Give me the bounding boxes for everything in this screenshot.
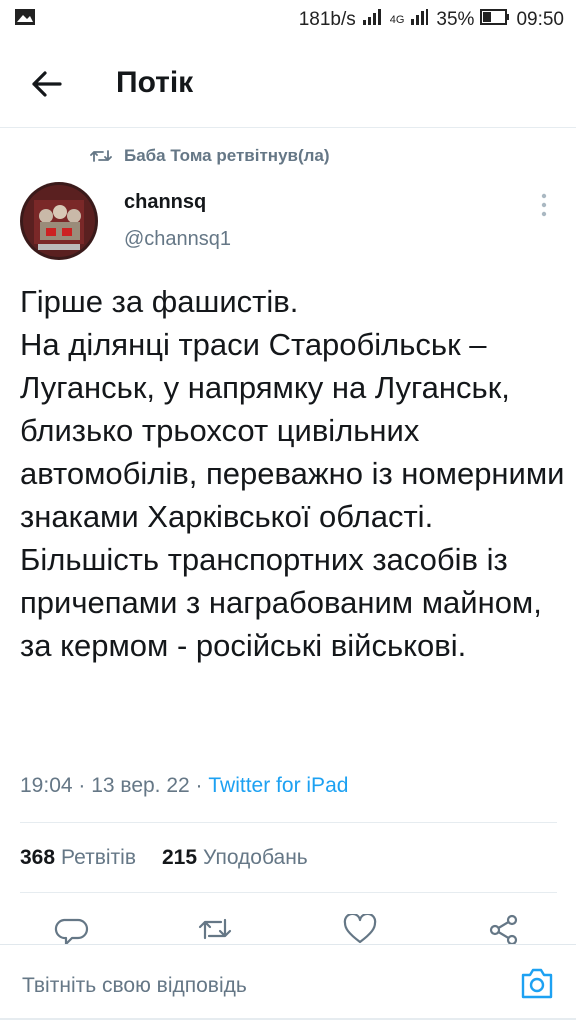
reply-bar (0, 944, 576, 1024)
author-name[interactable]: channsq (124, 191, 206, 214)
tweet-source-link[interactable]: Twitter for iPad (208, 774, 348, 797)
retweet-context[interactable]: Баба Тома ретвітнув(ла) (90, 146, 330, 166)
retweet-context-label: Баба Тома ретвітнув(ла) (124, 146, 330, 165)
tweet-stats: 368 Ретвітів 215 Уподобань (20, 846, 308, 870)
status-bar: 181b/s 4G 35% 09:50 (0, 0, 576, 40)
tweet-meta: 19:04 · 13 вер. 22 · Twitter for iPad (20, 774, 348, 798)
divider (0, 1018, 576, 1020)
retweet-icon (90, 150, 112, 162)
retweets-label[interactable]: Ретвітів (61, 846, 136, 870)
signal-4g-icon (410, 8, 430, 32)
reply-input[interactable] (22, 971, 492, 1001)
battery-icon (480, 8, 510, 32)
network-speed: 181b/s (298, 9, 356, 30)
top-bar: Потік (0, 40, 576, 128)
reply-icon (54, 918, 89, 946)
camera-button[interactable] (519, 965, 555, 1001)
retweet-button[interactable] (197, 914, 233, 944)
reply-button[interactable] (54, 914, 90, 946)
signal-icon (362, 8, 384, 32)
tweet-actions (0, 912, 576, 946)
more-options-button[interactable] (534, 192, 554, 218)
like-button[interactable] (342, 912, 378, 944)
network-type: 4G (389, 14, 405, 26)
more-vertical-icon (541, 193, 547, 217)
status-left (14, 8, 36, 32)
camera-icon (521, 968, 553, 999)
tweet-timestamp: 19:04 · 13 вер. 22 · (20, 774, 209, 797)
divider (20, 892, 557, 893)
retweets-count[interactable]: 368 (20, 846, 55, 870)
arrow-left-icon (32, 71, 62, 97)
status-right: 181b/s 4G 35% 09:50 (299, 8, 564, 32)
like-icon (343, 912, 377, 944)
divider (20, 822, 557, 823)
avatar-image (20, 182, 98, 260)
likes-label[interactable]: Уподобань (203, 846, 308, 870)
share-icon (489, 914, 518, 946)
likes-count[interactable]: 215 (162, 846, 197, 870)
battery-percent: 35% (436, 9, 475, 30)
image-icon (14, 8, 36, 32)
retweet-icon (198, 918, 232, 940)
avatar[interactable] (20, 182, 98, 260)
back-button[interactable] (30, 68, 64, 100)
tweet-text: Гірше за фашистів. На ділянці траси Стар… (20, 284, 565, 663)
clock: 09:50 (516, 9, 564, 30)
page-title: Потік (116, 66, 194, 99)
share-button[interactable] (486, 914, 522, 946)
author-handle[interactable]: @channsq1 (124, 228, 231, 251)
